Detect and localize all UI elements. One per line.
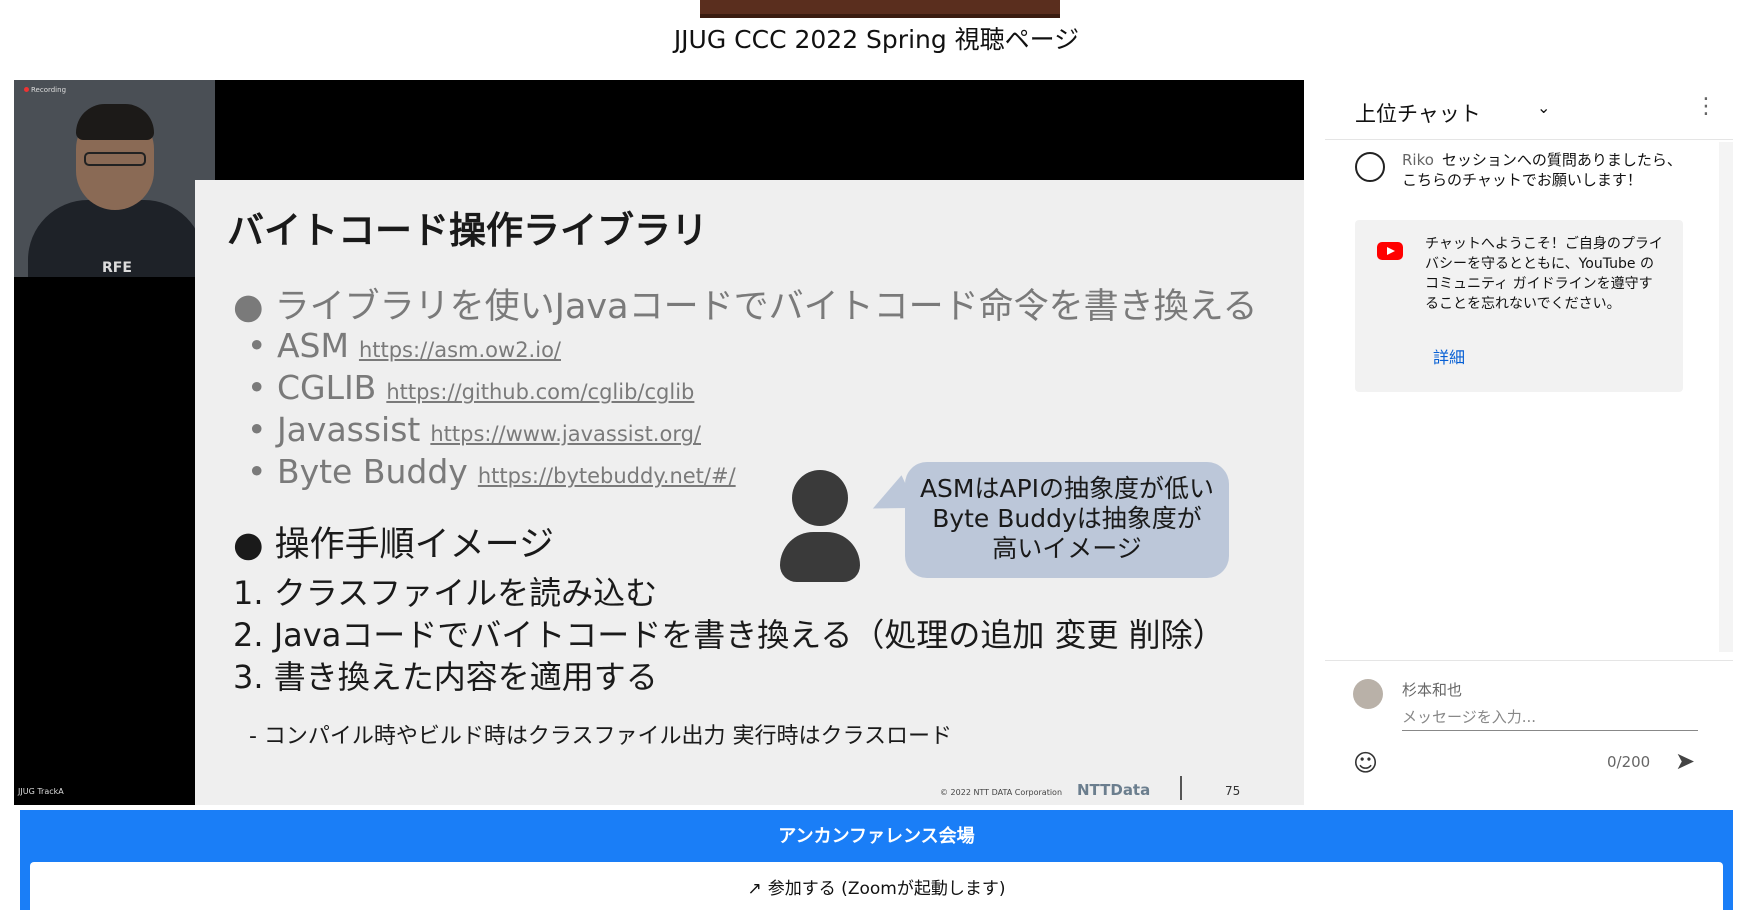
slide-bullet-1: ● ライブラリを使いJavaコードでバイトコード命令を書き換える [233, 287, 1258, 327]
library-name: • Javassist [247, 410, 421, 449]
message-input[interactable] [1402, 703, 1698, 731]
page-title: JJUG CCC 2022 Spring 視聴ページ [673, 25, 1080, 54]
chat-message: Riko セッションへの質問ありましたら、こちらのチャットでお願いします！ [1402, 150, 1694, 190]
user-avatar [1353, 679, 1383, 709]
speech-bubble: ASMはAPIの抽象度が低い Byte Buddyは抽象度が 高いイメージ [905, 462, 1229, 578]
message-author[interactable]: Riko [1402, 151, 1434, 169]
unconference-section: アンカンファレンス会場 ↗ 参加する (Zoomが起動します) [20, 810, 1733, 910]
recording-indicator: Recording [24, 86, 66, 94]
external-link-icon: ↗ [747, 878, 762, 899]
slide-copyright: © 2022 NTT DATA Corporation [940, 788, 1063, 797]
page: JJUG CCC 2022 Spring 視聴ページ Recording RFE… [0, 0, 1753, 910]
library-name: • CGLIB [247, 368, 377, 407]
library-name: • Byte Buddy [247, 452, 468, 491]
library-url: https://asm.ow2.io/ [358, 338, 561, 362]
join-label: 参加する (Zoomが起動します) [767, 878, 1006, 899]
person-icon [780, 470, 860, 585]
video-player[interactable]: Recording RFE JJUG TrackA バイトコード操作ライブラリ … [14, 80, 1304, 805]
send-icon[interactable]: ➤ [1675, 747, 1695, 775]
slide-top-bar [215, 80, 1304, 180]
details-link[interactable]: 詳細 [1433, 344, 1465, 368]
library-url: https://www.javassist.org/ [430, 422, 701, 446]
more-vert-icon[interactable]: ⋮ [1695, 94, 1717, 119]
step-item: 2. Javaコードでバイトコードを書き換える（処理の追加 変更 削除） [233, 616, 1225, 654]
track-label: JJUG TrackA [18, 787, 64, 796]
shirt-text: RFE [102, 260, 132, 276]
record-dot-icon [24, 87, 29, 92]
chevron-down-icon[interactable]: ⌄ [1537, 98, 1550, 117]
notice-text: チャットへようこそ！ご自身のプライバシーを守るとともに、YouTube のコミュ… [1425, 236, 1663, 312]
library-name: • ASM [247, 326, 349, 365]
chat-header: 上位チャット ⌄ ⋮ [1325, 80, 1733, 140]
step-item: 3. 書き換えた内容を適用する [233, 658, 658, 696]
chat-scrollbar[interactable] [1719, 142, 1733, 652]
message-composer: 杉本和也 ☺ 0/200 ➤ [1325, 660, 1733, 805]
sub-step: - コンパイル時やビルド時はクラスファイル出力 実行時はクラスロード [249, 724, 953, 749]
chat-messages: Riko セッションへの質問ありましたら、こちらのチャットでお願いします！ チャッ… [1325, 142, 1719, 652]
chat-mode-selector[interactable]: 上位チャット [1355, 98, 1481, 128]
live-chat: 上位チャット ⌄ ⋮ Riko セッションへの質問ありましたら、こちらのチャットで… [1325, 80, 1733, 805]
youtube-icon [1377, 242, 1403, 260]
recording-label: Recording [31, 86, 67, 94]
ntt-data-logo: NTTData [1077, 781, 1151, 799]
slide-heading: バイトコード操作ライブラリ [227, 209, 708, 252]
user-name: 杉本和也 [1402, 681, 1463, 699]
welcome-notice: チャットへようこそ！ご自身のプライバシーを守るとともに、YouTube のコミュ… [1355, 220, 1683, 392]
speaker-glasses [84, 152, 146, 166]
message-text: セッションへの質問ありましたら、こちらのチャットでお願いします！ [1402, 151, 1682, 189]
library-url: https://github.com/cglib/cglib [386, 380, 695, 404]
speaker-hair [76, 104, 154, 140]
person-icon-body [780, 532, 860, 582]
person-icon-head [792, 470, 848, 526]
char-counter: 0/200 [1607, 753, 1651, 771]
speaker-camera: Recording RFE [14, 80, 215, 277]
step-item: 1. クラスファイルを読み込む [233, 574, 658, 612]
header-banner [700, 0, 1060, 18]
library-url: https://bytebuddy.net/#/ [477, 464, 736, 488]
slide-page-number: 75 [1225, 784, 1241, 798]
presentation-slide: バイトコード操作ライブラリ ● ライブラリを使いJavaコードでバイトコード命令… [195, 180, 1304, 805]
library-item: • CGLIB https://github.com/cglib/cglib [247, 368, 694, 407]
unconference-title: アンカンファレンス会場 [778, 826, 975, 847]
library-item: • Javassist https://www.javassist.org/ [247, 410, 701, 449]
avatar[interactable] [1355, 152, 1385, 182]
slide-bullet-2: ● 操作手順イメージ [233, 525, 554, 565]
emoji-icon[interactable]: ☺ [1353, 749, 1378, 777]
library-item: • Byte Buddy https://bytebuddy.net/#/ [247, 452, 736, 491]
footer-divider [1180, 776, 1182, 800]
join-button[interactable]: ↗ 参加する (Zoomが起動します) [30, 862, 1723, 910]
library-item: • ASM https://asm.ow2.io/ [247, 326, 561, 365]
